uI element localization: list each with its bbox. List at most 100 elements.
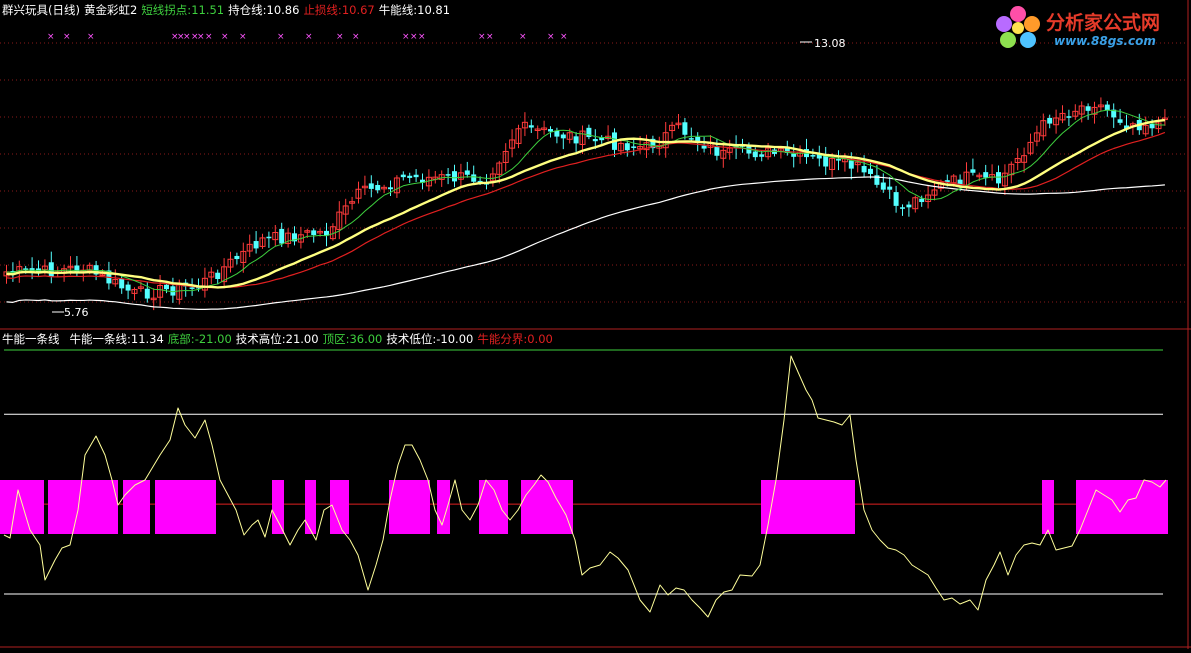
line-value: 11.34 xyxy=(130,332,164,346)
bottom-value: -21.00 xyxy=(194,332,232,346)
high-price-label: 13.08 xyxy=(814,37,846,50)
candle-body-down xyxy=(836,159,841,161)
candle-body-down xyxy=(752,151,758,158)
low-value: -10.00 xyxy=(436,332,474,346)
candle-body-down xyxy=(1149,123,1155,129)
signal-block xyxy=(761,480,855,534)
chart-stage: × × × × × × × × × × × × × × × × × × × × × × × 5.76 13.08 群兴玩具(日线… xyxy=(0,0,1191,649)
bull-line xyxy=(6,118,1166,289)
hold-label: 持仓线: xyxy=(228,3,267,17)
candle-body-down xyxy=(573,136,579,144)
candle-body-down xyxy=(452,171,457,182)
candle-body-down xyxy=(548,129,553,132)
candle-body-down xyxy=(868,168,873,174)
candle-body-down xyxy=(848,160,854,169)
signal-marker: × xyxy=(87,32,95,42)
top-value: 36.00 xyxy=(349,332,383,346)
candle-body-down xyxy=(810,155,816,157)
signal-marker: × xyxy=(560,32,568,42)
flower-logo-icon xyxy=(996,6,1040,48)
signal-block xyxy=(521,480,573,534)
bull-label: 牛能线: xyxy=(378,3,418,17)
signal-marker: × xyxy=(519,32,527,42)
bottom-label: 底部: xyxy=(167,332,195,346)
chart-canvas: × × × ××× ×× × × × × × × × × × × × × × × ×5.7613.08 xyxy=(0,0,1191,649)
low-label: 技术低位: xyxy=(386,332,437,346)
candle-body-down xyxy=(119,278,125,289)
high-label: 技术高位: xyxy=(235,332,286,346)
candle-body-down xyxy=(1104,104,1110,111)
sub-name: 牛能一条线 xyxy=(2,332,60,346)
signal-block xyxy=(272,480,284,534)
signal-marker: × xyxy=(336,32,344,42)
candle-body-down xyxy=(631,146,637,148)
candle-body-down xyxy=(164,284,169,290)
signal-marker: × xyxy=(239,32,247,42)
signal-marker: × xyxy=(478,32,486,42)
signal-marker: × xyxy=(63,32,71,42)
candle-body-down xyxy=(893,192,899,206)
candle-body-down xyxy=(592,139,598,142)
candle-body-down xyxy=(1117,119,1123,123)
candle-body-down xyxy=(791,153,797,157)
signal-block xyxy=(437,480,450,534)
candle-body-down xyxy=(311,230,317,236)
candle-body-down xyxy=(400,174,406,178)
signal-marker: × xyxy=(183,32,191,42)
signal-block xyxy=(0,480,44,534)
signal-marker: × xyxy=(410,32,418,42)
candle-body-down xyxy=(253,241,259,249)
candle-body-down xyxy=(861,166,867,173)
logo-title: 分析家公式网 xyxy=(1046,12,1161,34)
signal-marker: × xyxy=(486,32,494,42)
candle-body-down xyxy=(919,198,925,203)
candle-body-down xyxy=(528,125,534,128)
signal-marker: × xyxy=(305,32,313,42)
signal-block xyxy=(155,480,216,534)
candle-body-down xyxy=(189,287,195,289)
candle-body-down xyxy=(880,182,886,190)
candle-body-down xyxy=(701,145,707,149)
candle-body-down xyxy=(445,174,451,176)
signal-block xyxy=(389,480,430,534)
signal-marker: × xyxy=(352,32,360,42)
bull-value: 10.81 xyxy=(417,3,451,17)
candle-body-down xyxy=(1066,116,1072,118)
line-label: 牛能一条线: xyxy=(69,332,131,346)
candle-body-down xyxy=(471,174,477,182)
candle-body-down xyxy=(215,272,221,279)
candle-body-down xyxy=(464,170,470,175)
candle-body-down xyxy=(266,236,272,239)
hold-value: 10.86 xyxy=(266,3,300,17)
signal-block xyxy=(1076,480,1168,534)
signal-marker: × xyxy=(197,32,205,42)
candle-body-down xyxy=(407,175,413,178)
short-label: 短线拐点: xyxy=(141,3,192,17)
candle-body-down xyxy=(887,186,893,190)
candle-body-down xyxy=(682,122,688,135)
stop-line xyxy=(6,131,1166,289)
candle-body-down xyxy=(413,174,419,178)
signal-marker: × xyxy=(277,32,285,42)
signal-marker: × xyxy=(47,32,55,42)
candle-body-down xyxy=(48,262,54,277)
candle-body-down xyxy=(714,146,720,156)
hold-line xyxy=(6,176,1165,310)
candle-body-down xyxy=(759,154,765,157)
signal-block xyxy=(123,480,150,534)
signal-block xyxy=(305,480,316,534)
candle-body-down xyxy=(688,138,694,140)
candle-body-down xyxy=(234,255,240,260)
signal-marker: × xyxy=(205,32,213,42)
low-price-label: 5.76 xyxy=(64,306,89,319)
sub-chart-header: 牛能一条线 牛能一条线:11.34 底部:-21.00 技术高位:21.00 顶区:36… xyxy=(2,332,557,346)
short-value: 11.51 xyxy=(191,3,225,17)
candle-body-down xyxy=(375,185,381,191)
signal-block xyxy=(48,480,118,534)
candle-body-down xyxy=(906,204,912,208)
candle-body-down xyxy=(823,156,829,167)
divide-value: 0.00 xyxy=(527,332,553,346)
candle-body-down xyxy=(996,172,1001,184)
main-chart-header: 群兴玩具(日线) 黄金彩虹2 短线拐点:11.51 持仓线:10.86 止损线:10.6… xyxy=(2,3,454,17)
top-label: 顶区: xyxy=(322,332,350,346)
